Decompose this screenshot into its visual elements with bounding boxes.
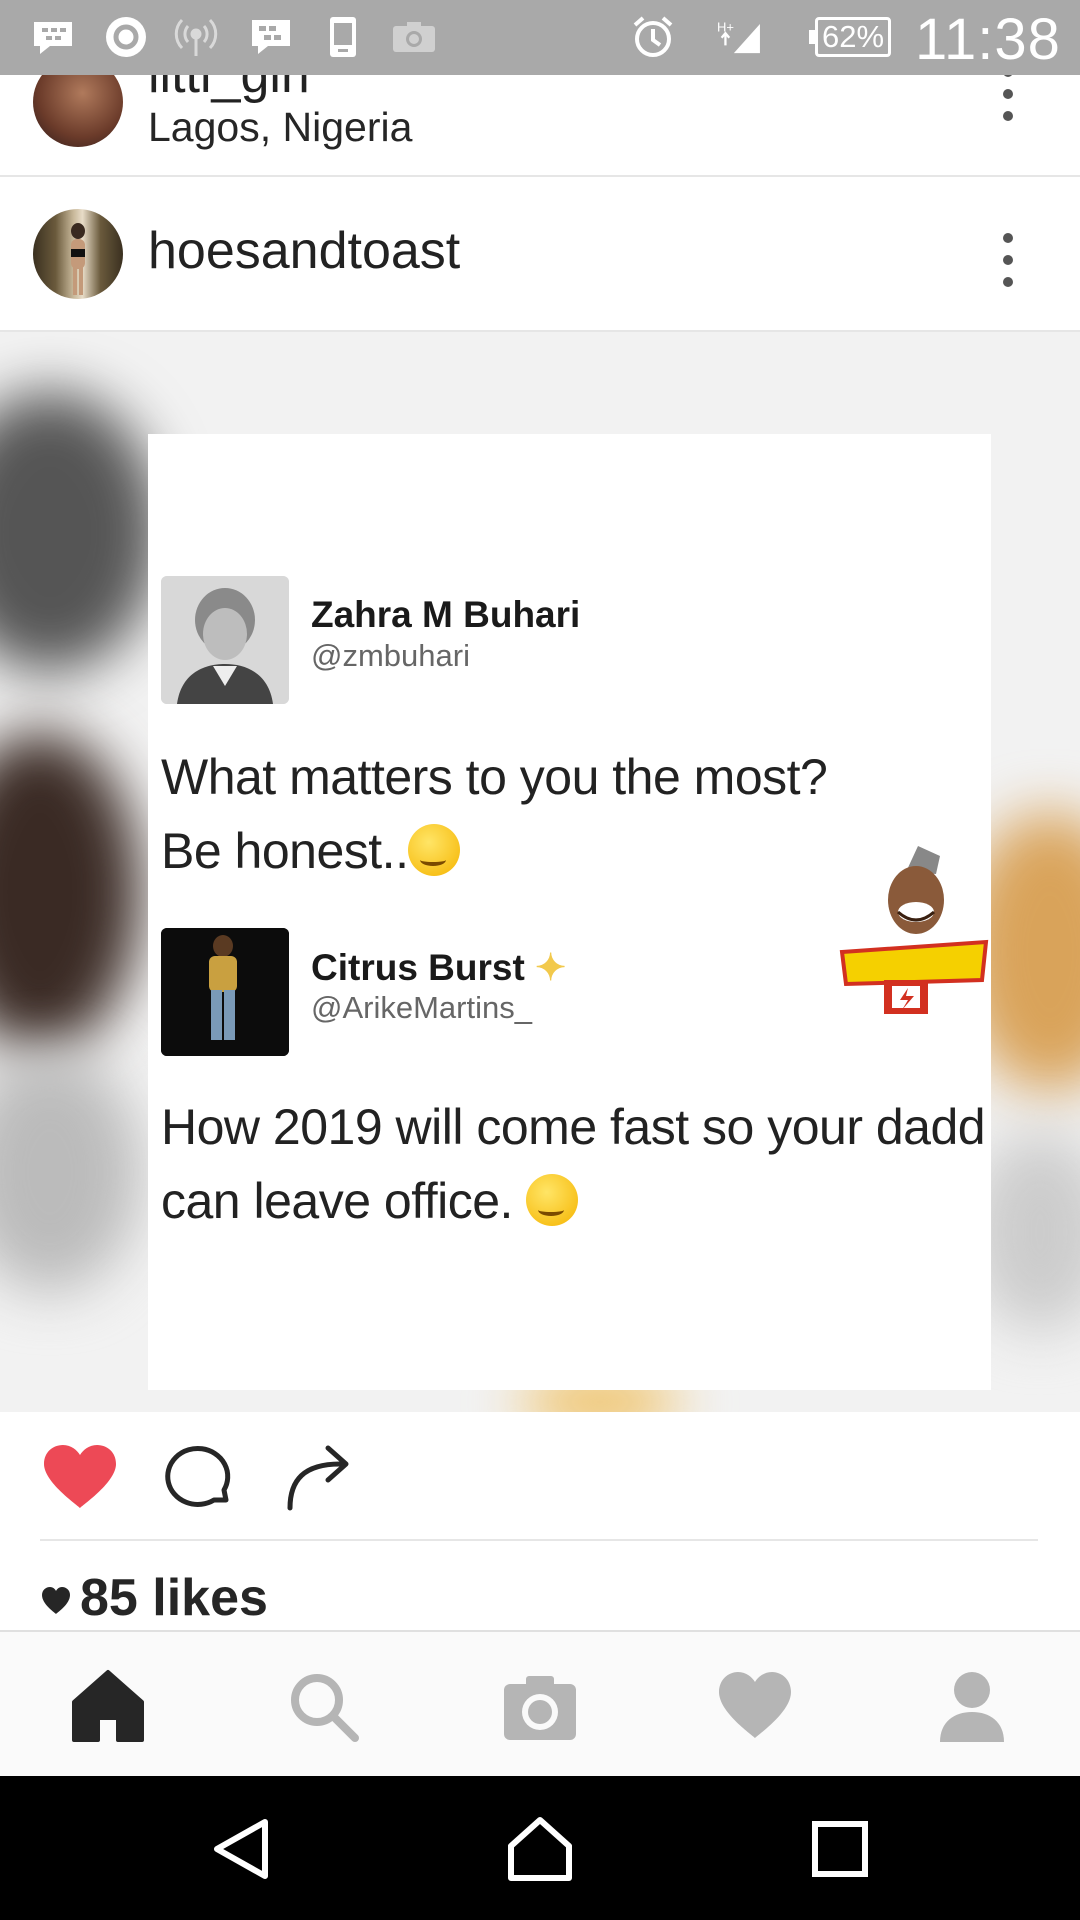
tweet-author-photo: [161, 928, 289, 1056]
signal-icon: H+: [710, 14, 770, 60]
previous-post-header: litti_girl Lagos, Nigeria: [0, 75, 1080, 175]
alarm-icon: [630, 14, 676, 60]
bbm-chat-icon: [248, 14, 294, 60]
avatar[interactable]: [33, 209, 123, 299]
comment-icon[interactable]: [158, 1442, 238, 1512]
heart-icon: [42, 1587, 70, 1614]
unamused-emoji-icon: [526, 1174, 579, 1226]
post-actions: [0, 1412, 1080, 1542]
tweet-author-handle: @zmbuhari: [311, 638, 470, 673]
activity-heart-icon[interactable]: [715, 1666, 795, 1746]
search-icon[interactable]: [283, 1666, 363, 1746]
camera-icon: [391, 14, 437, 60]
battery-indicator: 62%: [809, 17, 891, 57]
smirk-emoji-icon: [408, 824, 461, 876]
kraks-tv-watermark-logo: [836, 842, 991, 1022]
bbm-icon: [30, 14, 76, 60]
like-count[interactable]: 85 likes: [40, 1568, 268, 1628]
post-header: hoesandtoast: [0, 177, 1080, 330]
more-options-icon[interactable]: [1000, 233, 1016, 303]
profile-icon[interactable]: [932, 1666, 1012, 1746]
tweet-screenshot: Zahra M Buhari @zmbuhari What matters to…: [148, 434, 991, 1390]
tweet-author-photo: [161, 576, 289, 704]
clock: 11:38: [915, 7, 1061, 72]
tweet-author-handle: @ArikeMartins_: [311, 990, 532, 1025]
post-image[interactable]: Zahra M Buhari @zmbuhari What matters to…: [0, 332, 1080, 1412]
share-icon[interactable]: [282, 1442, 362, 1512]
bottom-nav: [0, 1630, 1080, 1778]
tweet-text-line: can leave office.: [161, 1164, 991, 1238]
recents-icon[interactable]: [805, 1814, 875, 1884]
home-button-icon[interactable]: [505, 1814, 575, 1884]
post-username[interactable]: hoesandtoast: [148, 221, 460, 281]
home-icon[interactable]: [68, 1666, 148, 1746]
back-icon[interactable]: [205, 1814, 275, 1884]
wifi-hotspot-icon: [173, 14, 219, 60]
camera-icon[interactable]: [500, 1666, 580, 1746]
username[interactable]: litti_girl: [148, 75, 310, 105]
likes-label: 85 likes: [80, 1569, 268, 1627]
tweet-text-line: What matters to you the most?: [161, 749, 828, 805]
location[interactable]: Lagos, Nigeria: [148, 104, 412, 151]
tweet-author-name: Citrus Burst ✦: [311, 947, 567, 988]
avatar[interactable]: [33, 75, 123, 147]
status-bar: H+ 62% 11:38: [0, 0, 1080, 75]
tweet-author-name: Zahra M Buhari: [311, 594, 581, 635]
system-navigation-bar: [0, 1776, 1080, 1920]
phone-icon: [320, 14, 366, 60]
divider: [40, 1539, 1038, 1541]
like-heart-icon[interactable]: [40, 1442, 120, 1512]
tweet-text-line: How 2019 will come fast so your dadd: [161, 1099, 986, 1155]
circle-app-icon: [103, 14, 149, 60]
more-options-icon[interactable]: [1000, 75, 1016, 137]
sparkles-emoji-icon: ✦: [535, 947, 567, 988]
